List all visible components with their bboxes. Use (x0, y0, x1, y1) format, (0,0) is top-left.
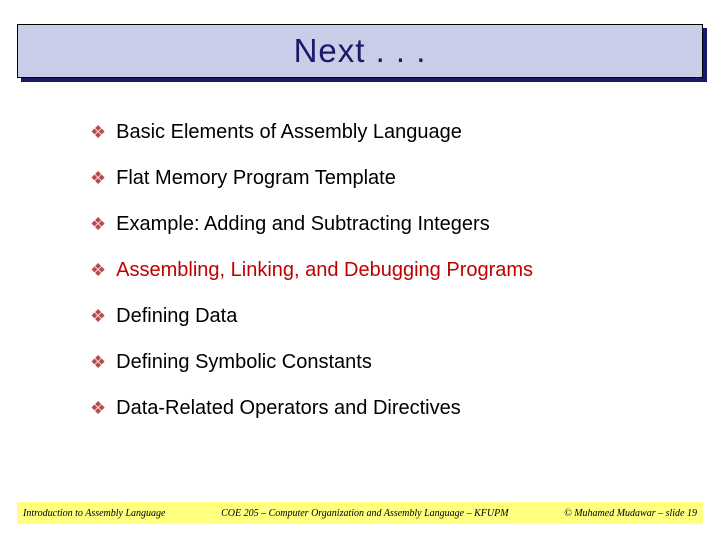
list-item-text: Defining Data (116, 304, 237, 328)
list-item-text: Basic Elements of Assembly Language (116, 120, 462, 144)
list-item: ❖ Defining Data (90, 304, 670, 328)
list-item-text: Example: Adding and Subtracting Integers (116, 212, 490, 236)
diamond-bullet-icon: ❖ (90, 350, 106, 374)
diamond-bullet-icon: ❖ (90, 304, 106, 328)
list-item: ❖ Basic Elements of Assembly Language (90, 120, 670, 144)
slide-title: Next . . . (294, 32, 427, 70)
list-item-text: Assembling, Linking, and Debugging Progr… (116, 258, 533, 282)
list-item: ❖ Flat Memory Program Template (90, 166, 670, 190)
list-item-text: Flat Memory Program Template (116, 166, 396, 190)
diamond-bullet-icon: ❖ (90, 258, 106, 282)
diamond-bullet-icon: ❖ (90, 396, 106, 420)
footer-right: © Muhamed Mudawar – slide 19 (564, 508, 697, 519)
title-bar: Next . . . (17, 24, 703, 78)
list-item: ❖ Defining Symbolic Constants (90, 350, 670, 374)
footer-bar: Introduction to Assembly Language COE 20… (17, 502, 703, 524)
footer-center: COE 205 – Computer Organization and Asse… (166, 508, 565, 519)
diamond-bullet-icon: ❖ (90, 212, 106, 236)
list-item: ❖ Data-Related Operators and Directives (90, 396, 670, 420)
list-item: ❖ Assembling, Linking, and Debugging Prog… (90, 258, 670, 282)
list-item-text: Data-Related Operators and Directives (116, 396, 461, 420)
list-item-text: Defining Symbolic Constants (116, 350, 372, 374)
content-list: ❖ Basic Elements of Assembly Language ❖ Fla… (90, 120, 670, 442)
list-item: ❖ Example: Adding and Subtracting Integer… (90, 212, 670, 236)
diamond-bullet-icon: ❖ (90, 166, 106, 190)
footer-left: Introduction to Assembly Language (23, 508, 166, 519)
diamond-bullet-icon: ❖ (90, 120, 106, 144)
